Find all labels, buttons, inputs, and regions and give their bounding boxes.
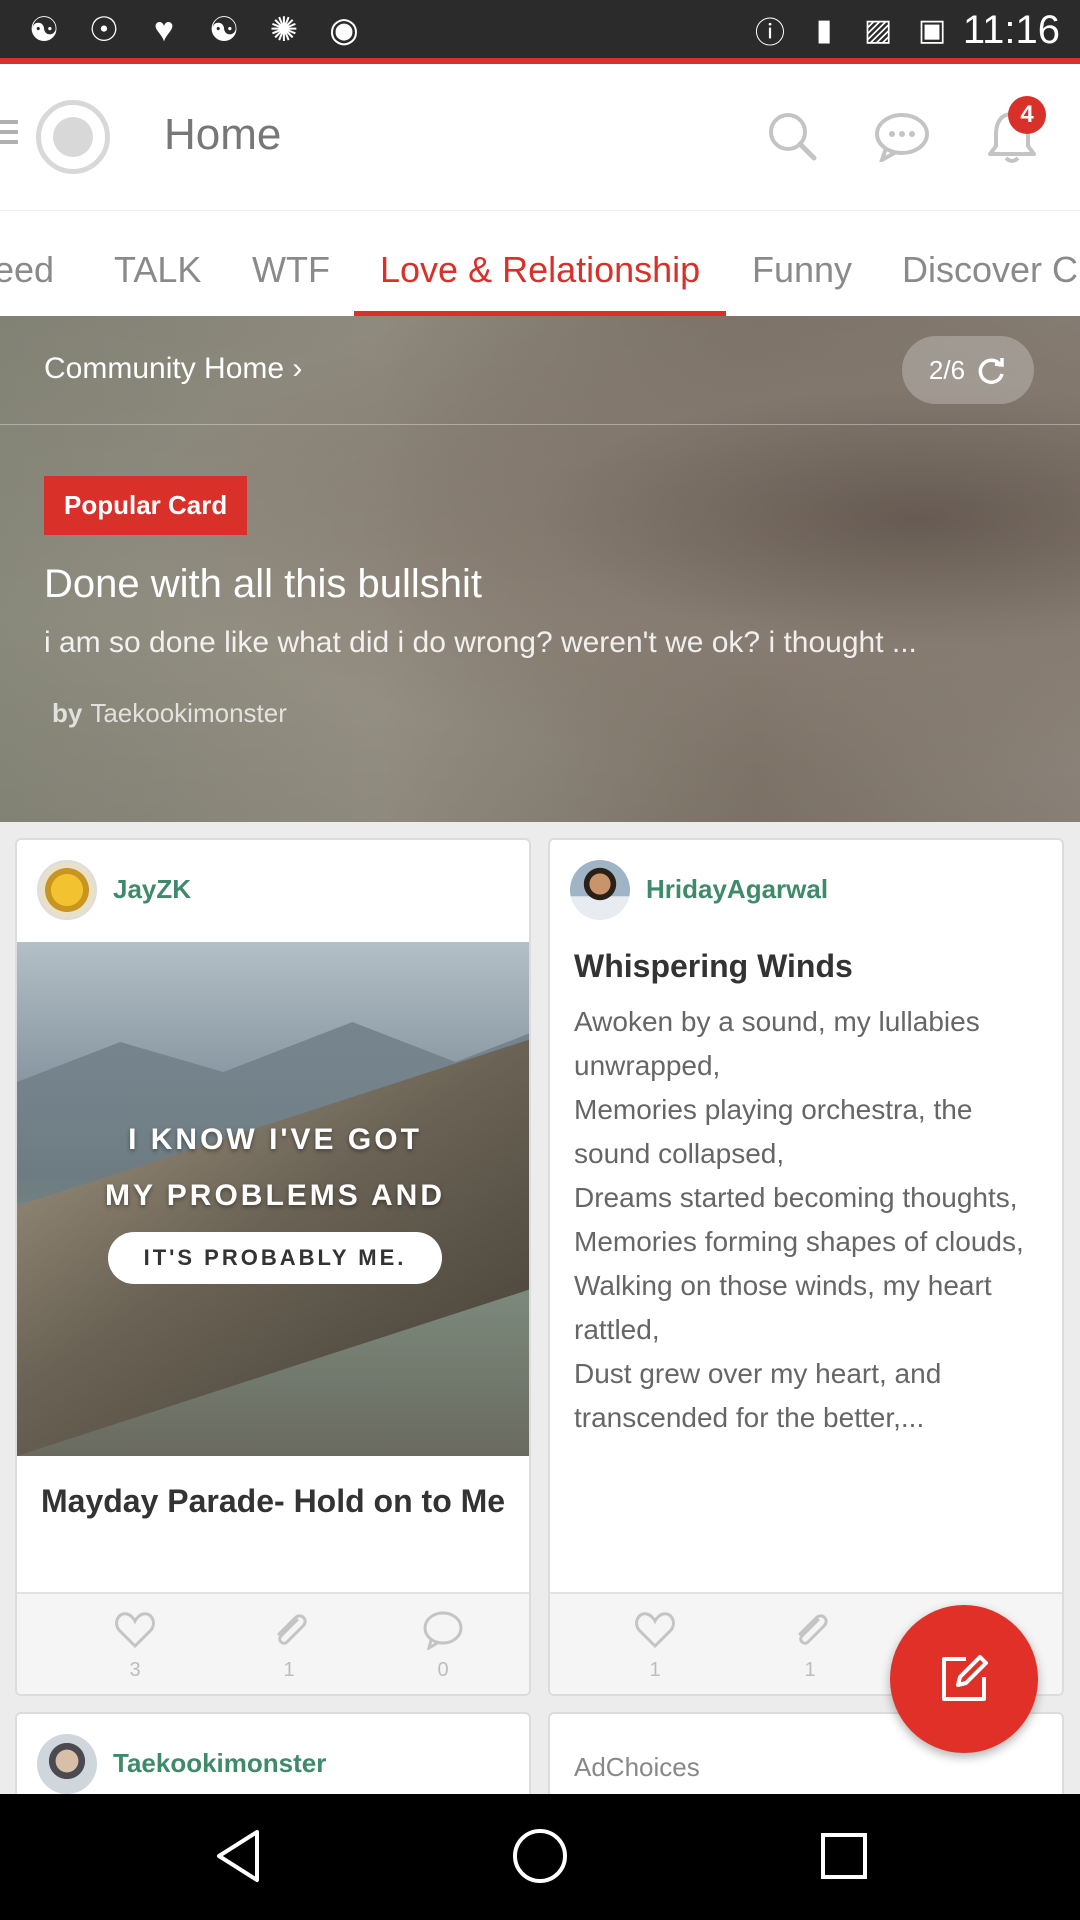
recents-square-icon bbox=[821, 1833, 867, 1879]
like-button[interactable]: 3 bbox=[105, 1610, 165, 1682]
card-header: HridayAgarwal bbox=[550, 840, 1062, 940]
like-count: 1 bbox=[649, 1659, 661, 1681]
notification-icons: ☯ ☉ ♥ ☯ ✺ ◉ bbox=[24, 10, 364, 50]
pager-count: 2/6 bbox=[928, 354, 966, 385]
featured-title[interactable]: Done with all this bullshit bbox=[44, 562, 482, 607]
heart-icon: ♥ bbox=[153, 10, 175, 49]
comment-button[interactable]: 0 bbox=[413, 1610, 473, 1682]
chevron-right-icon: › bbox=[292, 352, 303, 385]
post-body-line: Memories playing orchestra, the sound co… bbox=[574, 1094, 973, 1169]
card-header: JayZK bbox=[17, 840, 529, 940]
avatar[interactable] bbox=[37, 1734, 97, 1794]
post-card-jayzk[interactable]: JayZK I KNOW I'VE GOT MY PROBLEMS AND IT… bbox=[15, 838, 531, 1696]
compose-button[interactable] bbox=[890, 1605, 1038, 1753]
photo-icon: ☯ bbox=[28, 11, 60, 49]
tab-talk[interactable]: TALK bbox=[114, 249, 201, 291]
avatar[interactable] bbox=[570, 860, 630, 920]
paperclip-icon bbox=[277, 1614, 307, 1645]
refresh-icon bbox=[978, 358, 1004, 384]
g-icon: ☉ bbox=[88, 11, 120, 49]
card-actions: 3 1 0 bbox=[17, 1592, 529, 1694]
tab-wtf[interactable]: WTF bbox=[252, 249, 330, 291]
vpn-icon: ⓘ bbox=[755, 17, 785, 50]
popular-card-badge: Popular Card bbox=[44, 476, 248, 535]
attachment-count: 1 bbox=[283, 1659, 295, 1681]
like-button[interactable]: 1 bbox=[625, 1610, 685, 1682]
image-quote-line2: MY PROBLEMS AND bbox=[104, 1179, 446, 1212]
tab-funny[interactable]: Funny bbox=[752, 249, 852, 291]
system-icons: ⓘ ▮ ▨ ▣ bbox=[752, 10, 950, 51]
attachment-button[interactable]: 1 bbox=[259, 1610, 319, 1682]
post-body: Awoken by a sound, my lullabies unwrappe… bbox=[574, 1000, 1044, 1440]
recents-button[interactable] bbox=[812, 1824, 876, 1888]
featured-pager[interactable]: 2/6 bbox=[902, 336, 1034, 404]
attachment-button[interactable]: 1 bbox=[780, 1610, 840, 1682]
satellite-icon: ✺ bbox=[269, 11, 299, 49]
hero-divider bbox=[0, 424, 1080, 425]
like-count: 3 bbox=[129, 1659, 141, 1681]
featured-card[interactable]: Community Home › 2/6 Popular Card Done w… bbox=[0, 316, 1080, 822]
avatar[interactable] bbox=[37, 860, 97, 920]
user-avatar[interactable] bbox=[36, 100, 110, 174]
image-quote-line3: IT'S PROBABLY ME. bbox=[107, 1232, 443, 1284]
menu-icon[interactable] bbox=[0, 114, 20, 158]
photo-icon: ☯ bbox=[208, 11, 240, 49]
post-image[interactable]: I KNOW I'VE GOT MY PROBLEMS AND IT'S PRO… bbox=[17, 942, 529, 1456]
paperclip-icon bbox=[798, 1614, 828, 1645]
card-username[interactable]: HridayAgarwal bbox=[646, 874, 828, 905]
heart-outline-icon bbox=[115, 1612, 155, 1649]
attachment-count: 1 bbox=[804, 1659, 816, 1681]
android-icon: ▨ bbox=[863, 13, 893, 47]
tab-discover[interactable]: Discover C bbox=[902, 249, 1078, 291]
community-home-link[interactable]: Community Home › bbox=[44, 352, 302, 386]
author-name: Taekookimonster bbox=[90, 698, 287, 728]
post-body-line: Dust grew over my heart, and transcended… bbox=[574, 1358, 942, 1433]
post-title[interactable]: Whispering Winds bbox=[574, 948, 853, 985]
status-time: 11:16 bbox=[962, 8, 1060, 52]
tab-feed[interactable]: Feed bbox=[0, 249, 54, 291]
image-quote-line1: I KNOW I'VE GOT bbox=[128, 1123, 422, 1156]
image-quote: I KNOW I'VE GOT MY PROBLEMS AND IT'S PRO… bbox=[17, 1112, 529, 1284]
post-body-line: Dreams started becoming thoughts, bbox=[574, 1182, 1018, 1213]
community-home-label: Community Home bbox=[44, 352, 285, 385]
card-username[interactable]: Taekookimonster bbox=[113, 1748, 326, 1779]
comment-icon bbox=[423, 1611, 463, 1652]
status-bar: ☯ ☉ ♥ ☯ ✺ ◉ ⓘ ▮ ▨ ▣ 11:16 bbox=[0, 0, 1080, 62]
back-button[interactable] bbox=[206, 1824, 270, 1888]
comment-count: 0 bbox=[437, 1659, 449, 1681]
bag-icon: ◉ bbox=[329, 11, 359, 49]
post-title[interactable]: Mayday Parade- Hold on to Me bbox=[41, 1478, 511, 1524]
post-body-line: Memories forming shapes of clouds, bbox=[574, 1226, 1024, 1257]
post-body-line: Walking on those winds, my heart rattled… bbox=[574, 1270, 992, 1345]
home-circle-icon bbox=[513, 1829, 567, 1883]
post-body-line: Awoken by a sound, my lullabies unwrappe… bbox=[574, 1006, 980, 1081]
ad-choices-label[interactable]: AdChoices bbox=[574, 1752, 700, 1783]
home-button[interactable] bbox=[508, 1824, 572, 1888]
heart-outline-icon bbox=[635, 1612, 675, 1649]
featured-excerpt: i am so done like what did i do wrong? w… bbox=[44, 626, 917, 659]
chat-icon[interactable] bbox=[874, 112, 930, 162]
post-card-hriday[interactable]: HridayAgarwal Whispering Winds Awoken by… bbox=[548, 838, 1064, 1696]
notification-badge: 4 bbox=[1008, 96, 1046, 134]
author-prefix: by bbox=[52, 698, 83, 728]
tab-love-relationship[interactable]: Love & Relationship bbox=[380, 249, 700, 291]
back-triangle-icon bbox=[217, 1830, 259, 1882]
page-title: Home bbox=[164, 110, 282, 159]
avatar-placeholder-icon bbox=[53, 117, 93, 157]
system-nav-bar bbox=[0, 1794, 1080, 1920]
edit-icon bbox=[942, 1655, 988, 1701]
briefcase-icon: ▣ bbox=[917, 13, 947, 47]
card-username[interactable]: JayZK bbox=[113, 874, 191, 905]
category-tabs: Feed TALK WTF Love & Relationship Funny … bbox=[0, 210, 1080, 317]
search-icon[interactable] bbox=[766, 110, 818, 162]
lock-icon: ▮ bbox=[815, 13, 833, 47]
featured-author[interactable]: by Taekookimonster bbox=[52, 698, 287, 729]
